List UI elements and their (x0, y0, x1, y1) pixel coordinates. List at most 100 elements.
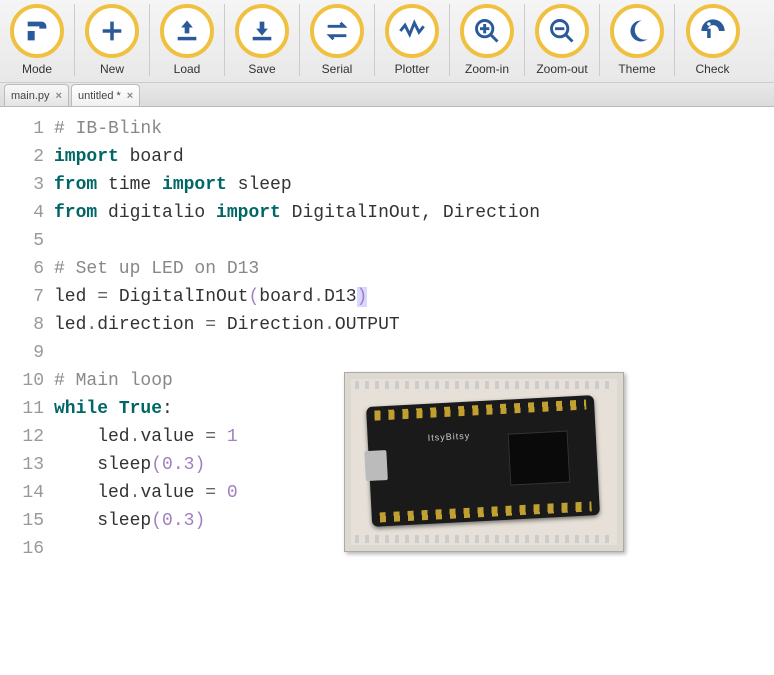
theme-button[interactable]: Theme (600, 4, 675, 76)
token-keyword: import (216, 203, 281, 223)
line-number: 11 (0, 395, 44, 423)
tool-label: Plotter (395, 62, 430, 76)
new-button[interactable]: New (75, 4, 150, 76)
save-button[interactable]: Save (225, 4, 300, 76)
token-colon: : (162, 399, 173, 419)
token-keyword: from (54, 175, 97, 195)
line-number: 7 (0, 283, 44, 311)
tool-label: Load (174, 62, 201, 76)
tab-label: main.py (11, 90, 50, 102)
token-module: board (119, 147, 184, 167)
plotter-button[interactable]: Plotter (375, 4, 450, 76)
token-name (216, 483, 227, 503)
zoom-in-icon (460, 4, 514, 58)
code-line[interactable]: # IB-Blink (54, 115, 774, 143)
token-builtin: True (119, 399, 162, 419)
mode-icon (10, 4, 64, 58)
line-number: 12 (0, 423, 44, 451)
code-line[interactable]: led = DigitalInOut(board.D13) (54, 283, 774, 311)
tool-label: Mode (22, 62, 52, 76)
token-number: 0.3 (162, 511, 194, 531)
tab-label: untitled * (78, 90, 121, 102)
token-punct: = (205, 315, 216, 335)
serial-icon (310, 4, 364, 58)
line-number: 2 (0, 143, 44, 171)
token-name: value (140, 483, 205, 503)
serial-button[interactable]: Serial (300, 4, 375, 76)
token-name: value (140, 427, 205, 447)
plotter-icon (385, 4, 439, 58)
tool-label: Save (248, 62, 275, 76)
token-name: direction (97, 315, 205, 335)
token-name (216, 427, 227, 447)
code-area[interactable]: # IB-Blinkimport boardfrom time import s… (54, 107, 774, 587)
token-name (108, 399, 119, 419)
tool-label: Zoom-out (536, 62, 587, 76)
line-number: 16 (0, 535, 44, 563)
token-punct: . (86, 315, 97, 335)
token-module: sleep (227, 175, 292, 195)
token-punct: . (130, 483, 141, 503)
token-paren: ) (194, 511, 205, 531)
tab-untitled-[interactable]: untitled * × (71, 84, 140, 106)
code-line[interactable] (54, 339, 774, 367)
line-number: 5 (0, 227, 44, 255)
code-line[interactable]: # Set up LED on D13 (54, 255, 774, 283)
tool-label: Serial (322, 62, 353, 76)
toolbar: Mode New Load Save Serial Plotter Zoom-i… (0, 0, 774, 83)
token-comment: # Set up LED on D13 (54, 259, 259, 279)
token-keyword: from (54, 203, 97, 223)
token-name: sleep (54, 455, 151, 475)
load-icon (160, 4, 214, 58)
code-line[interactable]: from digitalio import DigitalInOut, Dire… (54, 199, 774, 227)
token-comment: # IB-Blink (54, 119, 162, 139)
token-name: sleep (54, 511, 151, 531)
token-name: board (259, 287, 313, 307)
line-gutter: 12345678910111213141516 (0, 107, 54, 587)
line-number: 6 (0, 255, 44, 283)
tool-label: Zoom-in (465, 62, 509, 76)
plus-icon (85, 4, 139, 58)
token-name: Direction (216, 315, 324, 335)
tool-label: New (100, 62, 124, 76)
close-icon[interactable]: × (127, 90, 133, 102)
tool-label: Check (695, 62, 729, 76)
token-keyword: import (54, 147, 119, 167)
token-name: led (54, 315, 86, 335)
code-line[interactable]: import board (54, 143, 774, 171)
code-line[interactable]: led.direction = Direction.OUTPUT (54, 311, 774, 339)
token-paren: ) (357, 287, 368, 307)
check-button[interactable]: Check (675, 4, 750, 76)
zoom-in-button[interactable]: Zoom-in (450, 4, 525, 76)
line-number: 4 (0, 199, 44, 227)
line-number: 14 (0, 479, 44, 507)
close-icon[interactable]: × (56, 90, 62, 102)
line-number: 13 (0, 451, 44, 479)
line-number: 3 (0, 171, 44, 199)
line-number: 15 (0, 507, 44, 535)
zoom-out-button[interactable]: Zoom-out (525, 4, 600, 76)
token-punct: = (97, 287, 108, 307)
token-number: 0 (227, 483, 238, 503)
code-line[interactable]: from time import sleep (54, 171, 774, 199)
token-paren: ( (151, 455, 162, 475)
board-caption: ItsyBitsy (427, 422, 471, 452)
code-editor[interactable]: 12345678910111213141516 # IB-Blinkimport… (0, 107, 774, 587)
mode-button[interactable]: Mode (0, 4, 75, 76)
token-name: led (54, 483, 130, 503)
token-punct: . (130, 427, 141, 447)
tab-bar: main.py × untitled * × (0, 83, 774, 107)
tab-main-py[interactable]: main.py × (4, 84, 69, 106)
token-keyword: while (54, 399, 108, 419)
token-number: 0.3 (162, 455, 194, 475)
token-name: D13 (324, 287, 356, 307)
zoom-out-icon (535, 4, 589, 58)
load-button[interactable]: Load (150, 4, 225, 76)
token-paren: ( (248, 287, 259, 307)
line-number: 8 (0, 311, 44, 339)
code-line[interactable] (54, 227, 774, 255)
token-name: DigitalInOut (108, 287, 248, 307)
token-number: 1 (227, 427, 238, 447)
token-punct: . (313, 287, 324, 307)
token-module: DigitalInOut, Direction (281, 203, 540, 223)
